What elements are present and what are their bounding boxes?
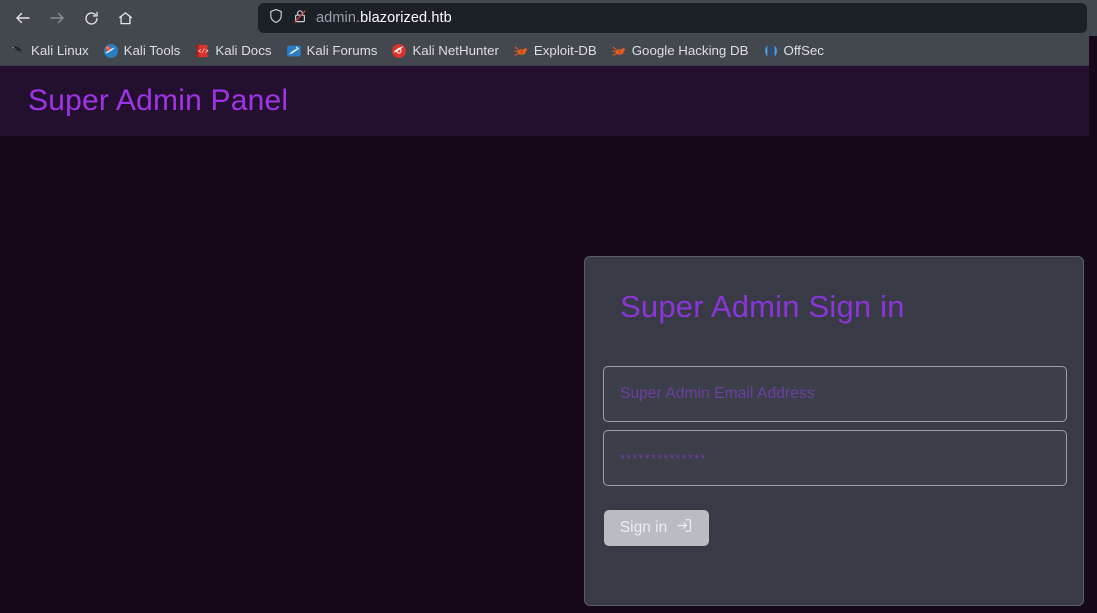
bookmark-label: Kali Tools [123,43,181,58]
bookmark-label: Exploit-DB [533,43,597,58]
password-field-placeholder: ************** [620,450,707,466]
url-bar[interactable]: admin.blazorized.htb [258,3,1087,33]
login-card-title: Super Admin Sign in [620,289,905,324]
bookmark-label: Kali NetHunter [412,43,499,58]
exploit-db-icon [513,43,529,59]
shield-icon[interactable] [268,8,284,29]
bookmark-kali-forums[interactable]: Kali Forums [280,39,384,63]
google-hacking-db-icon [611,43,627,59]
email-field[interactable]: Super Admin Email Address [603,366,1067,422]
kali-docs-book-icon: </> [194,43,210,59]
bookmark-label: Kali Docs [215,43,272,58]
page-content: Super Admin Panel Super Admin Sign in Su… [0,66,1089,613]
sign-in-button-label: Sign in [619,519,668,536]
sign-in-button[interactable]: Sign in [604,510,709,546]
bookmark-label: Kali Forums [306,43,378,58]
url-subdomain: admin. [316,10,361,26]
home-button[interactable] [108,3,142,33]
bookmark-google-hacking-db[interactable]: Google Hacking DB [605,39,755,63]
kali-dragon-icon [10,43,26,59]
browser-toolbar: admin.blazorized.htb [0,0,1097,36]
url-main: blazorized.htb [360,10,452,26]
login-card: Super Admin Sign in Super Admin Email Ad… [584,256,1084,606]
reload-icon [83,10,100,27]
bookmark-offsec[interactable]: OffSec [757,39,830,63]
page-body: Super Admin Sign in Super Admin Email Ad… [0,136,1089,613]
svg-text:</>: </> [198,48,209,55]
url-text: admin.blazorized.htb [316,10,452,26]
bookmark-kali-nethunter[interactable]: Kali NetHunter [385,39,504,63]
page-right-gutter [1089,36,1097,613]
bookmark-label: Google Hacking DB [631,43,749,58]
bookmark-kali-linux[interactable]: Kali Linux [4,39,95,63]
site-header: Super Admin Panel [0,66,1089,136]
box-arrow-in-right-icon [676,517,693,539]
lock-crossed-icon[interactable] [292,8,308,29]
bookmark-label: OffSec [783,43,824,58]
forward-button[interactable] [40,3,74,33]
password-field[interactable]: ************** [603,430,1067,486]
email-field-placeholder: Super Admin Email Address [620,385,815,402]
bookmark-exploit-db[interactable]: Exploit-DB [507,39,603,63]
kali-forums-icon [286,43,302,59]
home-icon [117,10,134,27]
arrow-right-icon [48,9,66,27]
page-title: Super Admin Panel [28,84,289,117]
bookmark-kali-docs[interactable]: </> Kali Docs [188,39,277,63]
svg-text:TL: TL [106,46,110,50]
bookmarks-bar: Kali Linux TL Kali Tools </> Kali Docs K… [0,36,1097,66]
arrow-left-icon [14,9,32,27]
bookmark-label: Kali Linux [31,43,89,58]
back-button[interactable] [6,3,40,33]
reload-button[interactable] [74,3,108,33]
bookmark-kali-tools[interactable]: TL Kali Tools [97,39,187,63]
offsec-icon [763,43,779,59]
kali-tools-icon: TL [103,43,119,59]
kali-nethunter-icon [391,43,407,59]
